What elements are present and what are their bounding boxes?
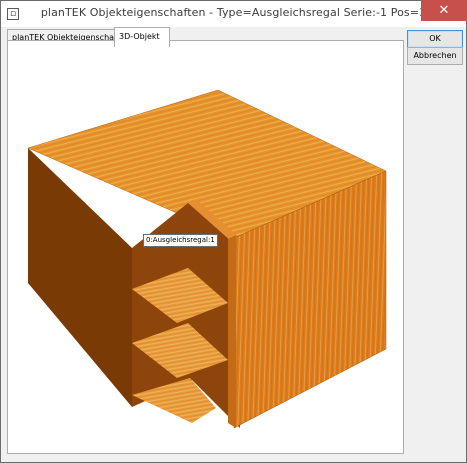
tab-3d-objekt[interactable]: 3D-Objekt [114, 27, 170, 47]
cancel-button[interactable]: Abbrechen [407, 47, 463, 65]
title-bar: ▫ planTEK Objekteigenschaften - Type=Aus… [1, 0, 467, 27]
dialog-window: ▫ planTEK Objekteigenschaften - Type=Aus… [0, 0, 467, 463]
close-button[interactable]: ✕ [421, 0, 467, 21]
tab-panel-3d: 0:Ausgleichsregal:1 [7, 40, 404, 454]
object-label-tooltip: 0:Ausgleichsregal:1 [143, 234, 218, 247]
ok-button[interactable]: OK [407, 30, 463, 48]
3d-model-render [27, 89, 387, 429]
close-icon: ✕ [438, 3, 450, 18]
3d-viewport[interactable]: 0:Ausgleichsregal:1 [10, 43, 402, 452]
divider-panel [228, 235, 236, 428]
dialog-client-area: planTEK Objekteigenschaften 3D-Objekt 0:… [6, 27, 463, 457]
window-title: planTEK Objekteigenschaften - Type=Ausgl… [40, 6, 427, 19]
